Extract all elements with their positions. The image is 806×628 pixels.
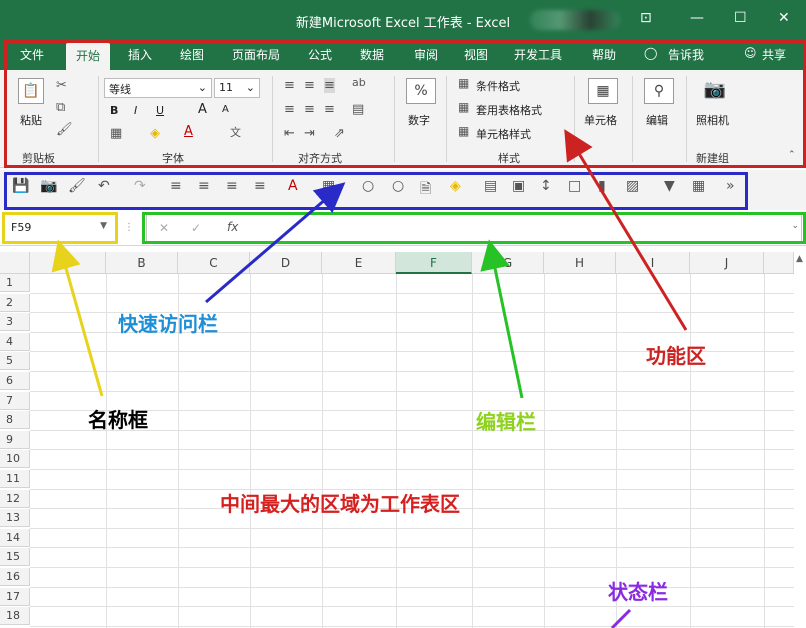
name-box-arrow [51,239,104,397]
label-status-bar: 状态栏 [608,580,668,604]
label-ribbon: 功能区 [646,344,706,368]
label-name-box: 名称框 [88,408,148,432]
label-worksheet-area: 中间最大的区域为工作表区 [220,492,460,516]
label-formula-bar: 编辑栏 [476,410,536,434]
formula-bar-arrow [480,239,524,399]
status-bar-arrow [610,608,632,628]
ribbon-arrow [564,129,688,331]
quick-access-arrow [205,182,346,304]
label-quick-access: 快速访问栏 [118,312,218,336]
